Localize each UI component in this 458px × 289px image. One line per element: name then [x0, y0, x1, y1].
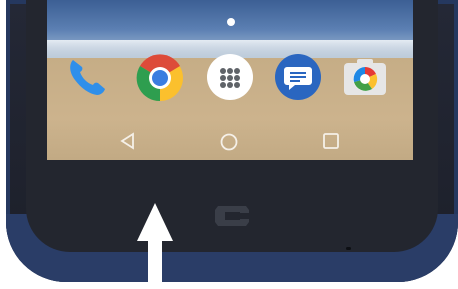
phone-screen	[47, 0, 413, 160]
camera-icon[interactable]	[341, 54, 387, 100]
app-drawer-icon[interactable]	[207, 54, 253, 100]
chrome-icon[interactable]	[136, 54, 183, 102]
phone-icon[interactable]	[65, 54, 111, 100]
page-indicator-dot	[227, 18, 235, 26]
home-circle-icon[interactable]	[219, 132, 239, 156]
speaker-grille	[346, 247, 351, 250]
back-icon[interactable]	[119, 132, 137, 154]
messages-icon[interactable]	[275, 54, 321, 100]
crosscall-logo	[214, 204, 252, 232]
recents-square-icon[interactable]	[322, 132, 340, 154]
swipe-up-arrow-icon	[137, 203, 173, 289]
